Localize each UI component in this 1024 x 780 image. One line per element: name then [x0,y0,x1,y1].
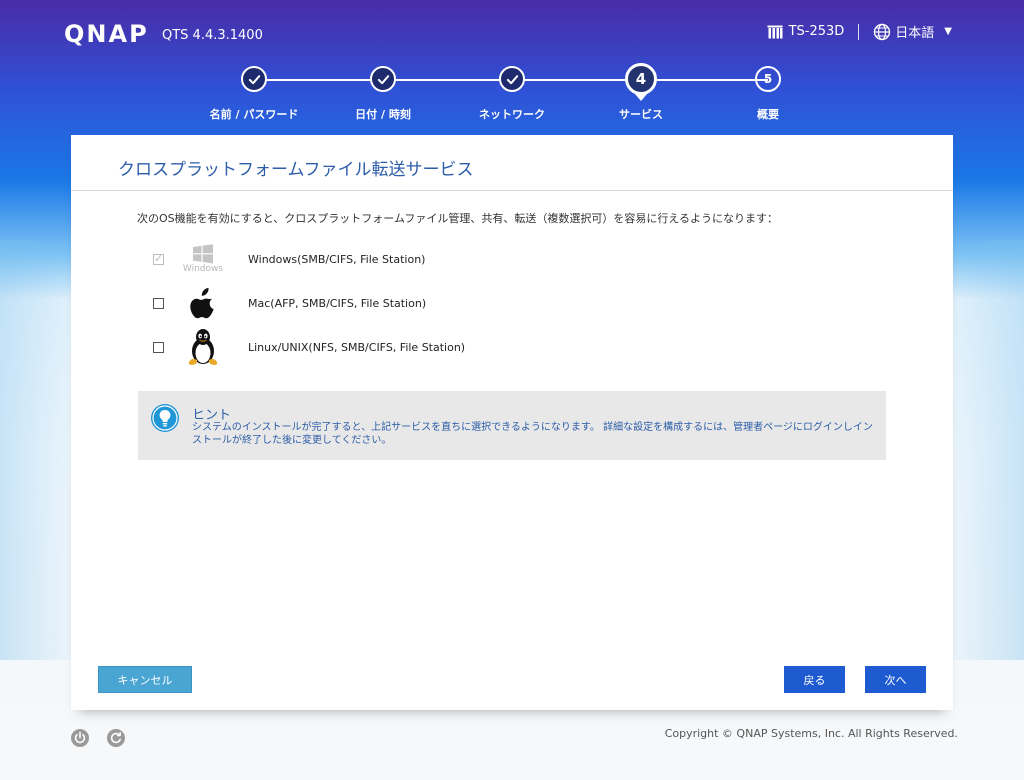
option-label: Windows(SMB/CIFS, File Station) [248,252,426,266]
step-network: ネットワーク [452,66,572,122]
device-model: TS-253D [788,24,845,39]
step-name-password: 名前 / パスワード [194,66,314,122]
step-label: 名前 / パスワード [209,108,299,121]
option-mac: Mac(AFP, SMB/CIFS, File Station) [153,285,426,321]
option-linux: Linux/UNIX(NFS, SMB/CIFS, File Station) [153,329,465,365]
header-right: TS-253D 日本語 ▼ [767,22,952,41]
step-label: 概要 [757,108,779,121]
footer-icons [71,729,143,747]
power-icon[interactable] [71,729,89,747]
divider [71,190,953,191]
next-button[interactable]: 次へ [865,666,926,693]
cancel-button[interactable]: キャンセル [98,666,192,693]
step-label: 日付 / 時刻 [355,108,411,121]
nas-device-icon [767,25,783,38]
wizard-steps: 名前 / パスワード 日付 / 時刻 ネットワーク 4 サービス 5 概要 [0,63,1024,126]
step-number: 4 [625,63,657,101]
globe-icon[interactable] [873,23,891,41]
header-separator [858,23,860,40]
chevron-down-icon[interactable]: ▼ [944,26,952,37]
step-check-icon [370,66,396,92]
windows-caption: Windows [182,264,224,274]
linux-tux-icon [188,329,218,365]
qts-version: QTS 4.4.3.1400 [162,28,263,43]
step-label: ネットワーク [479,108,545,121]
page-title: クロスプラットフォームファイル転送サービス [118,160,474,180]
copyright-text: Copyright © QNAP Systems, Inc. All Right… [664,727,958,740]
wizard-panel: クロスプラットフォームファイル転送サービス 次のOS機能を有効にすると、クロスプ… [71,135,953,710]
option-label: Mac(AFP, SMB/CIFS, File Station) [248,296,427,310]
restart-icon[interactable] [107,729,125,747]
windows-icon-wrap: Windows [182,241,224,277]
step-date-time: 日付 / 時刻 [323,66,443,122]
hint-box: ヒント システムのインストールが完了すると、上記サービスを直ちに選択できるように… [138,391,886,460]
option-windows: Windows Windows(SMB/CIFS, File Station) [153,241,425,277]
apple-icon-wrap [182,285,224,321]
lightbulb-icon [151,404,179,432]
step-check-icon [499,66,525,92]
step-check-icon [241,66,267,92]
language-selector[interactable]: 日本語 [895,22,934,41]
back-button[interactable]: 戻る [784,666,845,693]
step-number: 5 [755,66,781,92]
windows-icon [193,244,213,264]
hint-text: システムのインストールが完了すると、上記サービスを直ちに選択できるようになります… [192,422,873,446]
step-summary: 5 概要 [708,66,828,122]
apple-icon [190,288,214,319]
step-services: 4 サービス [581,63,701,122]
linux-tux-icon-wrap [182,329,224,365]
qnap-logo: QNAP [64,20,149,48]
intro-text: 次のOS機能を有効にすると、クロスプラットフォームファイル管理、共有、転送（複数… [137,212,778,225]
windows-checkbox[interactable] [153,252,164,265]
step-label: サービス [619,108,663,121]
linux-checkbox[interactable] [153,341,164,353]
option-label: Linux/UNIX(NFS, SMB/CIFS, File Station) [248,340,466,354]
mac-checkbox[interactable] [153,297,164,309]
